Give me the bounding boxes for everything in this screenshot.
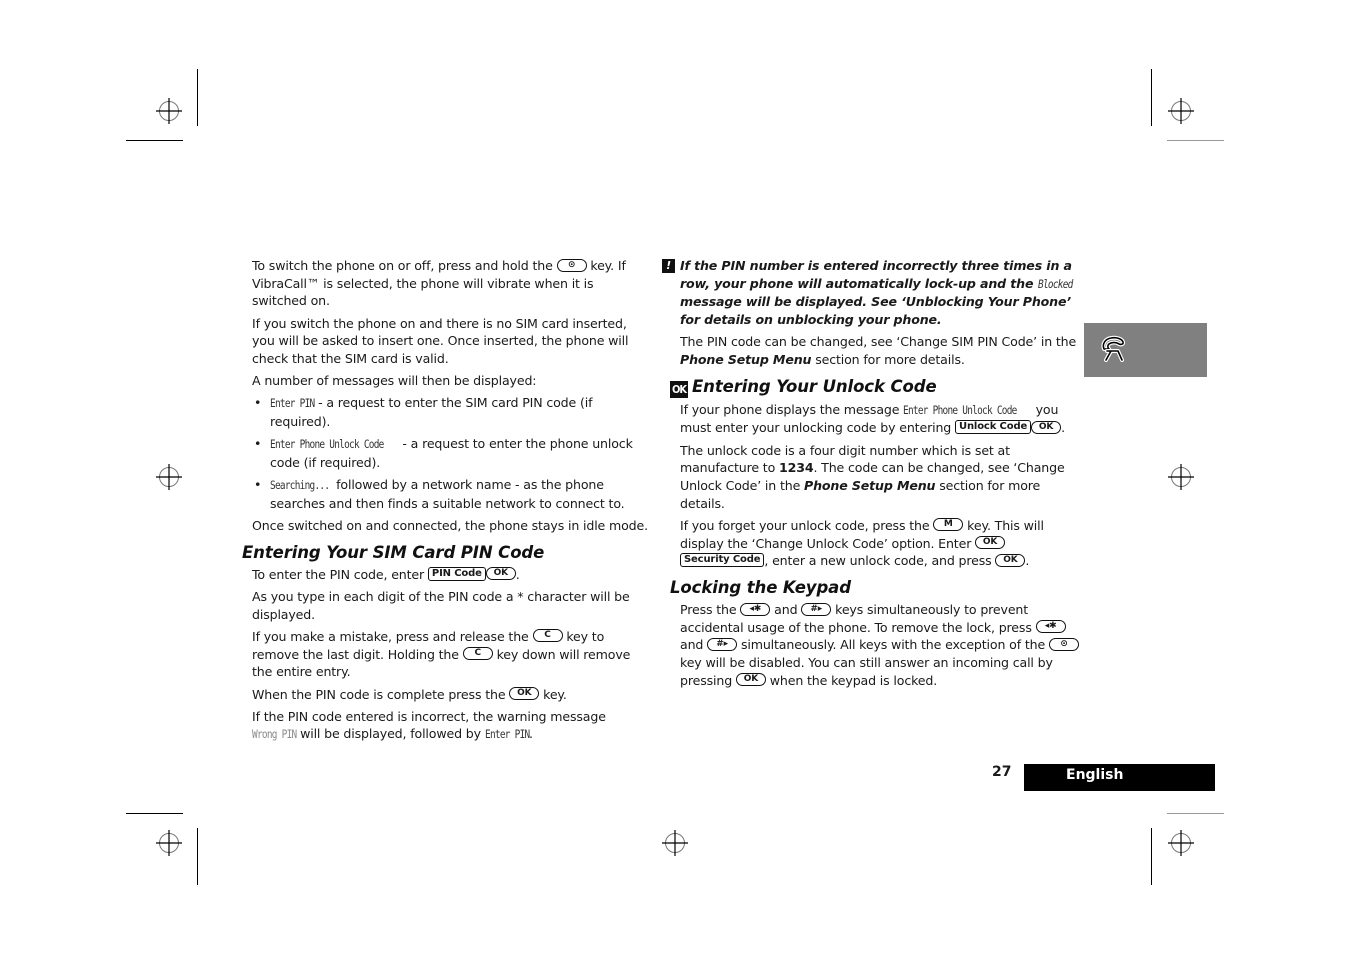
security-code-softkey: Security Code xyxy=(680,553,765,568)
right-column: ! If the PIN number is entered incorrectl… xyxy=(662,257,1080,694)
star-key-icon: ◂✱ xyxy=(740,602,771,616)
left-column: To switch the phone on or off, press and… xyxy=(242,257,652,749)
chapter-side-tab xyxy=(1084,323,1207,377)
registration-mark-icon xyxy=(1168,464,1194,490)
crop-mark xyxy=(126,140,183,142)
list-item: Enter Phone Unlock Code - a request to e… xyxy=(252,435,652,471)
display-text: Blocked xyxy=(1037,276,1073,291)
default-code: 1234 xyxy=(779,460,814,476)
paragraph-enter-pin: To enter the PIN code, enter PIN Code OK. xyxy=(252,566,520,582)
registration-mark-icon xyxy=(156,830,182,856)
menu-reference: Phone Setup Menu xyxy=(804,478,936,494)
section-heading-keypad: Locking the Keypad xyxy=(670,578,851,598)
display-text: Searching... xyxy=(270,478,330,493)
registration-mark-icon xyxy=(1168,830,1194,856)
paragraph-pin-change: The PIN code can be changed, see ‘Change… xyxy=(680,334,1077,368)
power-key-icon: ⊙ xyxy=(1048,637,1079,651)
clear-key-icon: C xyxy=(532,629,563,643)
display-text: Enter Phone Unlock Code xyxy=(903,402,1017,417)
section-heading-pin: Entering Your SIM Card PIN Code xyxy=(242,542,545,562)
menu-key-icon: M xyxy=(933,518,964,532)
paragraph-no-sim: If you switch the phone on and there is … xyxy=(252,315,629,367)
paragraph-messages-intro: A number of messages will then be displa… xyxy=(252,373,537,389)
paragraph-power: To switch the phone on or off, press and… xyxy=(252,258,626,309)
paragraph-unlock-default: The unlock code is a four digit number w… xyxy=(680,442,1065,511)
paragraph-asterisk: As you type in each digit of the PIN cod… xyxy=(252,589,630,622)
crop-mark xyxy=(197,69,199,126)
ok-key-icon: OK xyxy=(485,567,516,581)
language-tab: English xyxy=(1024,764,1215,791)
pin-code-softkey: PIN Code xyxy=(427,566,486,581)
crop-mark xyxy=(1167,813,1224,815)
crop-mark xyxy=(1151,69,1153,126)
display-text: Enter PIN xyxy=(484,727,530,742)
registration-mark-icon xyxy=(156,98,182,124)
crop-mark xyxy=(126,813,183,815)
paragraph-incorrect: If the PIN code entered is incorrect, th… xyxy=(252,708,652,744)
list-item: Searching... followed by a network name … xyxy=(252,476,652,512)
display-text: Enter PIN xyxy=(270,396,315,411)
crop-mark xyxy=(1167,140,1224,142)
ok-key-icon: OK xyxy=(509,687,540,701)
list-item: Enter PIN - a request to enter the SIM c… xyxy=(252,394,652,430)
ok-key-icon: OK xyxy=(975,536,1006,550)
ok-key-icon: OK xyxy=(995,553,1026,567)
ok-badge-icon: OK xyxy=(670,380,688,398)
display-text: Enter Phone Unlock Code xyxy=(270,437,384,452)
paragraph-unlock-message: If your phone displays the message Enter… xyxy=(680,401,1065,436)
power-key-icon: ⊙ xyxy=(556,258,587,272)
registration-mark-icon xyxy=(662,830,688,856)
section-heading-unlock: OK Entering Your Unlock Code xyxy=(670,376,937,398)
star-key-icon: ◂✱ xyxy=(1035,620,1066,634)
paragraph-forgot-code: If you forget your unlock code, press th… xyxy=(680,517,1044,569)
unlock-code-softkey: Unlock Code xyxy=(954,420,1032,435)
paragraph-idle: Once switched on and connected, the phon… xyxy=(252,518,648,534)
warning-exclamation-icon: ! xyxy=(662,259,675,273)
paragraph-keypad-lock: Press the ◂✱ and #▸ keys simultaneously … xyxy=(680,601,1080,690)
page-number: 27 xyxy=(992,764,1012,780)
phone-handset-icon xyxy=(1101,335,1126,362)
clear-key-icon: C xyxy=(462,647,493,661)
crop-mark xyxy=(197,828,199,885)
ok-key-icon: OK xyxy=(735,673,766,687)
hash-key-icon: #▸ xyxy=(707,637,738,651)
registration-mark-icon xyxy=(1168,98,1194,124)
display-text: Wrong PIN xyxy=(252,727,297,742)
hash-key-icon: #▸ xyxy=(801,602,832,616)
crop-mark xyxy=(1151,828,1153,885)
paragraph-complete: When the PIN code is complete press the … xyxy=(252,686,567,702)
paragraph-mistake: If you make a mistake, press and release… xyxy=(252,628,631,680)
ok-key-icon: OK xyxy=(1031,420,1062,434)
registration-mark-icon xyxy=(156,464,182,490)
warning-note: ! If the PIN number is entered incorrectl… xyxy=(662,257,1080,329)
menu-reference: Phone Setup Menu xyxy=(680,352,812,368)
